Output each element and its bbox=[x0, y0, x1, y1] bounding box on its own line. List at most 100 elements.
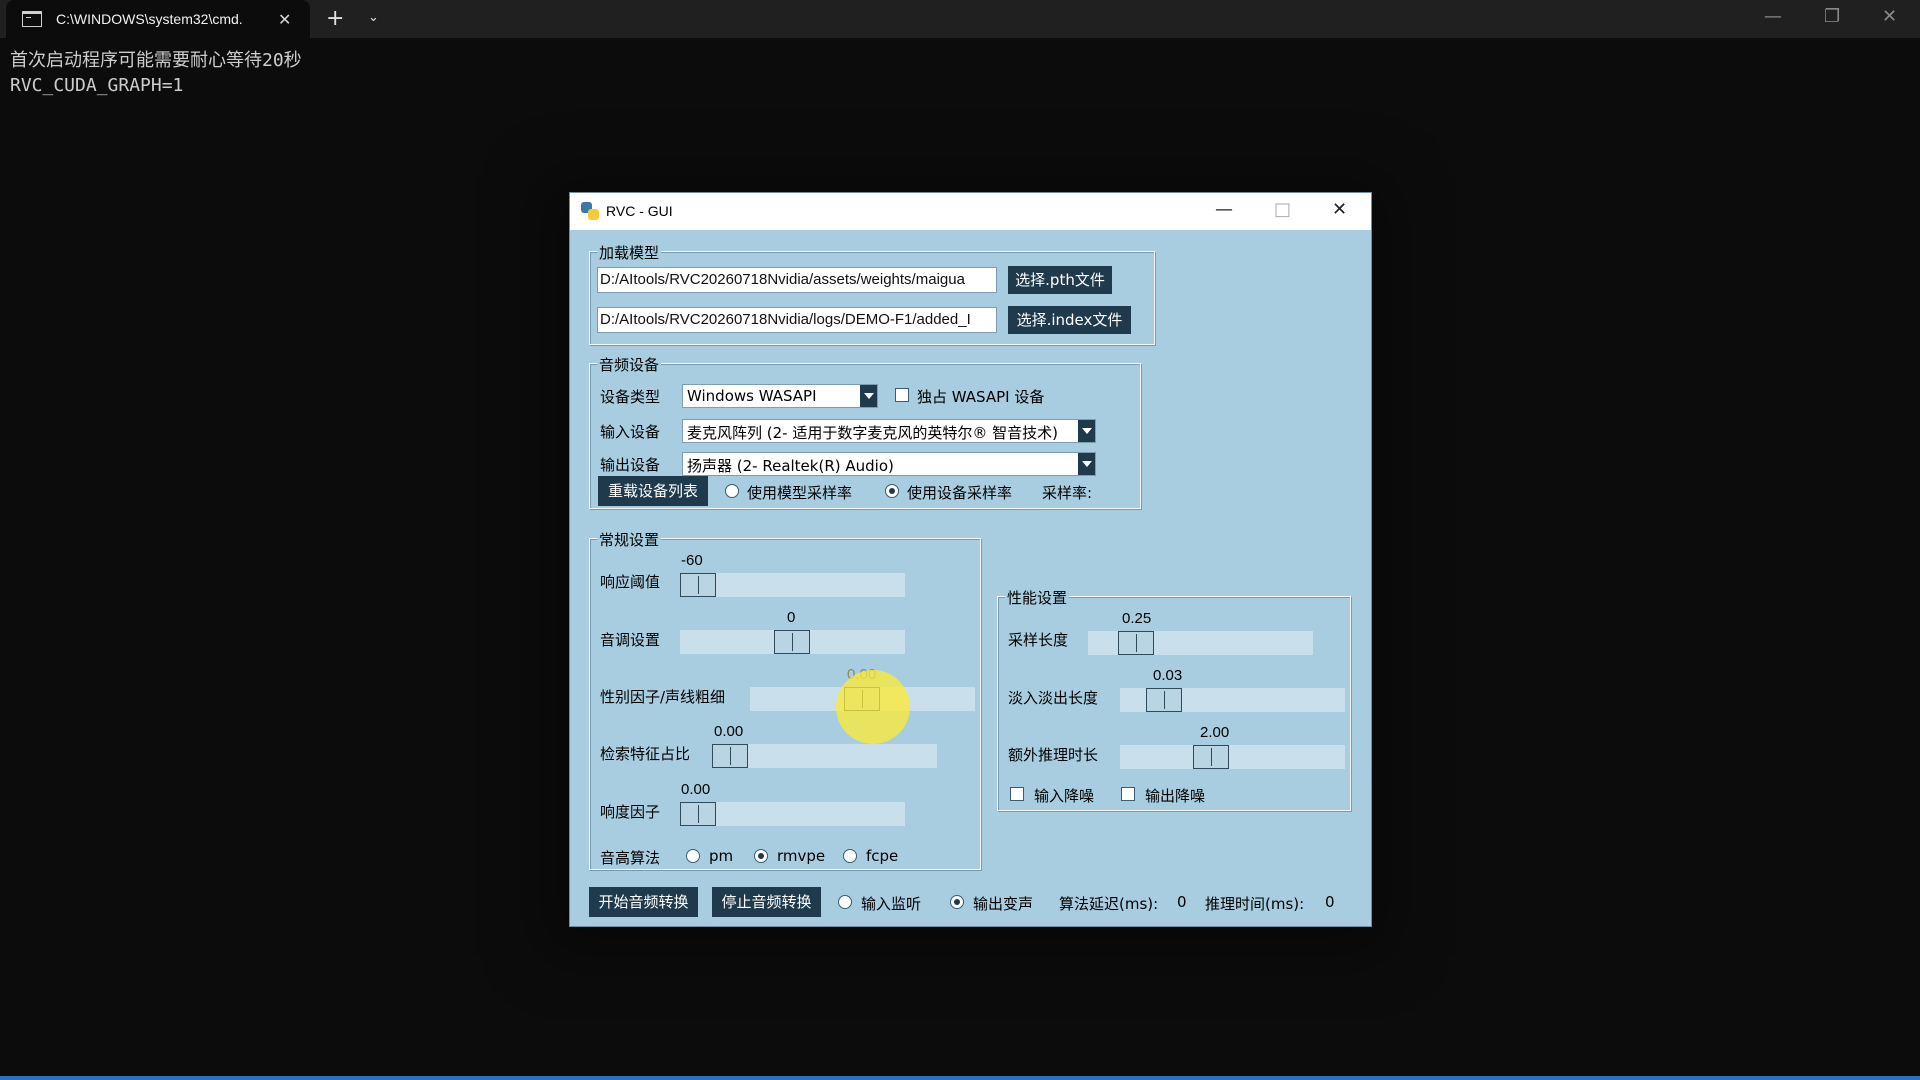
slider-thumb[interactable] bbox=[1146, 688, 1182, 712]
device-type-select[interactable]: Windows WASAPI bbox=[682, 384, 878, 408]
f0-rmvpe-radio[interactable] bbox=[754, 849, 768, 863]
f0-pm-label: pm bbox=[709, 847, 734, 865]
pth-path-input[interactable]: D:/AItools/RVC20260718Nvidia/assets/weig… bbox=[597, 267, 997, 293]
device-type-label: 设备类型 bbox=[600, 388, 661, 406]
restore-icon[interactable]: ❐ bbox=[1824, 6, 1840, 27]
f0-method-label: 音高算法 bbox=[600, 849, 661, 867]
minimize-icon[interactable]: — bbox=[1215, 199, 1233, 220]
delay-value: 0 bbox=[1177, 893, 1187, 911]
sample-rate-label: 采样率: bbox=[1042, 484, 1093, 502]
output-voice-radio[interactable] bbox=[950, 895, 964, 909]
use-device-sr-radio[interactable] bbox=[885, 484, 899, 498]
slider-thumb[interactable] bbox=[774, 630, 810, 654]
terminal-tab-title: C:\WINDOWS\system32\cmd. bbox=[56, 11, 243, 27]
output-denoise-label: 输出降噪 bbox=[1145, 787, 1206, 805]
rvc-gui-window: RVC - GUI — □ ✕ 加载模型 D:/AItools/RVC20260… bbox=[569, 192, 1372, 927]
threshold-value: -60 bbox=[681, 552, 703, 569]
input-denoise-checkbox[interactable] bbox=[1010, 787, 1024, 801]
slider-thumb[interactable] bbox=[680, 573, 716, 597]
slider-thumb[interactable] bbox=[712, 744, 748, 768]
window-title-bar[interactable]: RVC - GUI — □ ✕ bbox=[570, 193, 1371, 230]
index-rate-slider[interactable] bbox=[712, 744, 937, 768]
use-device-sr-label: 使用设备采样率 bbox=[907, 484, 1013, 502]
maximize-icon[interactable]: □ bbox=[1274, 199, 1291, 220]
performance-settings-label: 性能设置 bbox=[1005, 587, 1070, 608]
crossfade-value: 0.03 bbox=[1153, 667, 1183, 684]
input-monitor-radio[interactable] bbox=[838, 895, 852, 909]
extra-time-slider[interactable] bbox=[1120, 745, 1345, 769]
chevron-down-icon[interactable]: ⌄ bbox=[368, 10, 379, 25]
slider-thumb[interactable] bbox=[1193, 745, 1229, 769]
close-icon[interactable]: ✕ bbox=[1332, 199, 1347, 220]
slider-thumb[interactable] bbox=[1118, 631, 1154, 655]
infer-time-value: 0 bbox=[1325, 893, 1335, 911]
close-tab-icon[interactable]: ✕ bbox=[278, 10, 291, 29]
close-window-icon[interactable]: ✕ bbox=[1882, 6, 1897, 27]
index-rate-value: 0.00 bbox=[714, 723, 744, 740]
formant-slider[interactable] bbox=[750, 687, 975, 711]
terminal-tab[interactable]: C:\WINDOWS\system32\cmd. ✕ bbox=[6, 0, 310, 38]
start-conversion-button[interactable]: 开始音频转换 bbox=[589, 887, 698, 917]
load-model-frame: 加载模型 D:/AItools/RVC20260718Nvidia/assets… bbox=[589, 242, 1155, 345]
input-denoise-label: 输入降噪 bbox=[1034, 787, 1095, 805]
load-model-label: 加载模型 bbox=[597, 242, 662, 263]
slider-thumb[interactable] bbox=[680, 802, 716, 826]
chevron-down-icon bbox=[1078, 420, 1095, 442]
extra-time-label: 额外推理时长 bbox=[1008, 746, 1099, 764]
audio-device-frame: 音频设备 设备类型 Windows WASAPI 独占 WASAPI 设备 输入… bbox=[589, 354, 1141, 509]
general-settings-label: 常规设置 bbox=[597, 529, 662, 550]
audio-device-label: 音频设备 bbox=[597, 354, 662, 375]
use-model-sr-label: 使用模型采样率 bbox=[747, 484, 853, 502]
index-path-input[interactable]: D:/AItools/RVC20260718Nvidia/logs/DEMO-F… bbox=[597, 307, 997, 333]
window-title: RVC - GUI bbox=[606, 203, 673, 219]
block-time-slider[interactable] bbox=[1088, 631, 1313, 655]
exclusive-wasapi-checkbox[interactable] bbox=[895, 388, 909, 402]
f0-rmvpe-label: rmvpe bbox=[777, 847, 826, 865]
new-tab-icon[interactable]: + bbox=[326, 6, 344, 31]
f0-pm-radio[interactable] bbox=[686, 849, 700, 863]
rms-value: 0.00 bbox=[681, 781, 711, 798]
formant-value: 0.00 bbox=[847, 666, 877, 683]
formant-label: 性别因子/声线粗细 bbox=[600, 688, 726, 706]
output-device-label: 输出设备 bbox=[600, 456, 661, 474]
extra-time-value: 2.00 bbox=[1200, 724, 1230, 741]
crossfade-label: 淡入淡出长度 bbox=[1008, 689, 1099, 707]
rms-slider[interactable] bbox=[680, 802, 905, 826]
reload-devices-button[interactable]: 重载设备列表 bbox=[598, 476, 708, 506]
rms-label: 响度因子 bbox=[600, 803, 661, 821]
stop-conversion-button[interactable]: 停止音频转换 bbox=[712, 887, 821, 917]
output-denoise-checkbox[interactable] bbox=[1121, 787, 1135, 801]
pitch-label: 音调设置 bbox=[600, 631, 661, 649]
select-pth-button[interactable]: 选择.pth文件 bbox=[1008, 266, 1112, 294]
terminal-line: 首次启动程序可能需要耐心等待20秒 bbox=[10, 50, 302, 71]
index-rate-label: 检索特征占比 bbox=[600, 745, 691, 763]
delay-label: 算法延迟(ms): bbox=[1059, 895, 1159, 913]
general-settings-frame: 常规设置 响应阈值 -60 音调设置 0 性别因子/声线粗细 0.00 检索特征… bbox=[589, 529, 981, 870]
terminal-line: RVC_CUDA_GRAPH=1 bbox=[10, 75, 184, 96]
pitch-slider[interactable] bbox=[680, 630, 905, 654]
crossfade-slider[interactable] bbox=[1120, 688, 1345, 712]
input-device-select[interactable]: 麦克风阵列 (2- 适用于数字麦克风的英特尔® 智音技术) bbox=[682, 419, 1096, 443]
use-model-sr-radio[interactable] bbox=[725, 484, 739, 498]
input-monitor-label: 输入监听 bbox=[861, 895, 922, 913]
terminal-output: 首次启动程序可能需要耐心等待20秒 RVC_CUDA_GRAPH=1 bbox=[10, 48, 302, 98]
block-time-label: 采样长度 bbox=[1008, 631, 1069, 649]
terminal-tab-bar: C:\WINDOWS\system32\cmd. ✕ + ⌄ — ❐ ✕ bbox=[0, 0, 1920, 38]
slider-thumb[interactable] bbox=[844, 687, 880, 711]
cmd-icon bbox=[22, 11, 42, 27]
taskbar-edge bbox=[0, 1076, 1920, 1080]
f0-fcpe-radio[interactable] bbox=[843, 849, 857, 863]
chevron-down-icon bbox=[860, 385, 877, 407]
block-time-value: 0.25 bbox=[1122, 610, 1152, 627]
chevron-down-icon bbox=[1078, 453, 1095, 475]
output-voice-label: 输出变声 bbox=[973, 895, 1034, 913]
performance-settings-frame: 性能设置 采样长度 0.25 淡入淡出长度 0.03 额外推理时长 2.00 输… bbox=[997, 587, 1351, 811]
pitch-value: 0 bbox=[787, 609, 796, 626]
output-device-select[interactable]: 扬声器 (2- Realtek(R) Audio) bbox=[682, 452, 1096, 476]
select-index-button[interactable]: 选择.index文件 bbox=[1008, 306, 1131, 334]
f0-fcpe-label: fcpe bbox=[866, 847, 899, 865]
exclusive-wasapi-label: 独占 WASAPI 设备 bbox=[917, 388, 1045, 406]
threshold-slider[interactable] bbox=[680, 573, 905, 597]
minimize-icon[interactable]: — bbox=[1764, 6, 1782, 27]
input-device-label: 输入设备 bbox=[600, 423, 661, 441]
